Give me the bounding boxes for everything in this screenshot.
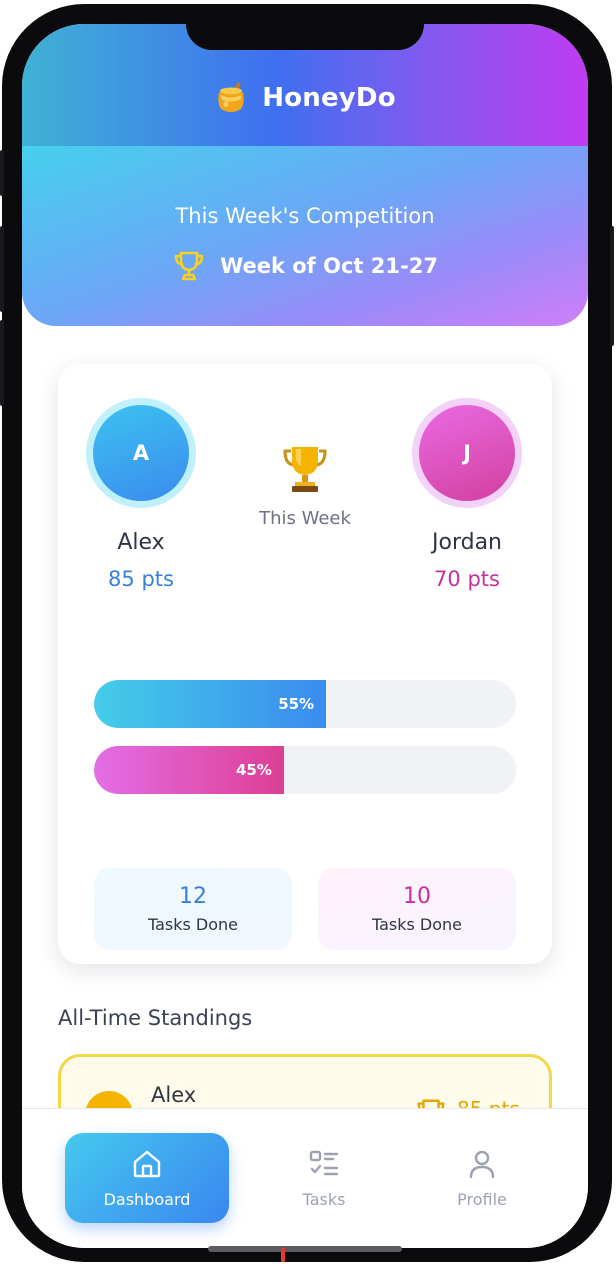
nav-label: Tasks bbox=[302, 1189, 346, 1209]
nav-dashboard[interactable]: Dashboard bbox=[65, 1133, 229, 1223]
avatar-ring: J bbox=[412, 398, 522, 508]
avatar-ring: A bbox=[86, 398, 196, 508]
bottom-nav: Dashboard Tasks Profile bbox=[22, 1108, 588, 1248]
side-button bbox=[0, 226, 4, 312]
progress-bar-jordan: 45% bbox=[94, 746, 516, 794]
player-name: Jordan bbox=[432, 530, 502, 555]
app-title: HoneyDo bbox=[262, 83, 396, 113]
side-button bbox=[0, 320, 4, 406]
standing-name: Alex bbox=[151, 1083, 197, 1107]
tasks-label: Tasks Done bbox=[371, 915, 463, 934]
home-indicator bbox=[208, 1246, 402, 1252]
tasks-done-jordan: 10 Tasks Done bbox=[318, 868, 516, 950]
progress-bar-alex: 55% bbox=[94, 680, 516, 728]
standings-title: All-Time Standings bbox=[58, 1006, 253, 1030]
player-jordan[interactable]: J Jordan 70 pts bbox=[392, 398, 542, 591]
home-icon bbox=[133, 1150, 161, 1177]
nav-label: Profile bbox=[457, 1189, 507, 1209]
this-week-group: This Week bbox=[230, 444, 380, 529]
player-points: 70 pts bbox=[434, 567, 500, 591]
week-label: Week of Oct 21-27 bbox=[220, 254, 438, 278]
progress-percent: 45% bbox=[235, 761, 272, 779]
competition-title: This Week's Competition bbox=[175, 204, 435, 228]
nav-tasks[interactable]: Tasks bbox=[242, 1133, 406, 1223]
player-name: Alex bbox=[117, 530, 165, 555]
progress-fill: 55% bbox=[94, 680, 327, 728]
phone-notch bbox=[186, 24, 424, 50]
trophy-icon bbox=[283, 447, 327, 492]
competition-header: This Week's Competition Week of Oct 21-2… bbox=[22, 146, 588, 326]
honey-pot-icon bbox=[218, 82, 244, 112]
avatar: J bbox=[419, 405, 515, 501]
side-button bbox=[0, 150, 4, 196]
tasks-count: 10 bbox=[403, 884, 431, 909]
avatar: A bbox=[93, 405, 189, 501]
trophy-outline-icon bbox=[174, 251, 204, 281]
tasks-count: 12 bbox=[179, 884, 207, 909]
tasks-done-alex: 12 Tasks Done bbox=[94, 868, 292, 950]
player-points: 85 pts bbox=[108, 567, 174, 591]
week-row: Week of Oct 21-27 bbox=[22, 246, 588, 286]
versus-card: A Alex 85 pts This Week J Jordan 70 pts bbox=[58, 364, 552, 964]
app-screen: HoneyDo This Week's Competition Week of … bbox=[22, 24, 588, 1248]
side-button bbox=[610, 226, 614, 346]
player-alex[interactable]: A Alex 85 pts bbox=[66, 398, 216, 591]
progress-percent: 55% bbox=[278, 695, 315, 713]
progress-fill: 45% bbox=[94, 746, 284, 794]
nav-label: Dashboard bbox=[103, 1189, 191, 1209]
tasks-label: Tasks Done bbox=[147, 915, 239, 934]
this-week-label: This Week bbox=[259, 508, 351, 529]
person-icon bbox=[469, 1150, 495, 1178]
app-title-group: HoneyDo bbox=[22, 76, 588, 120]
checklist-icon bbox=[309, 1150, 339, 1175]
nav-profile[interactable]: Profile bbox=[400, 1133, 564, 1223]
home-indicator-mark bbox=[281, 1248, 285, 1262]
